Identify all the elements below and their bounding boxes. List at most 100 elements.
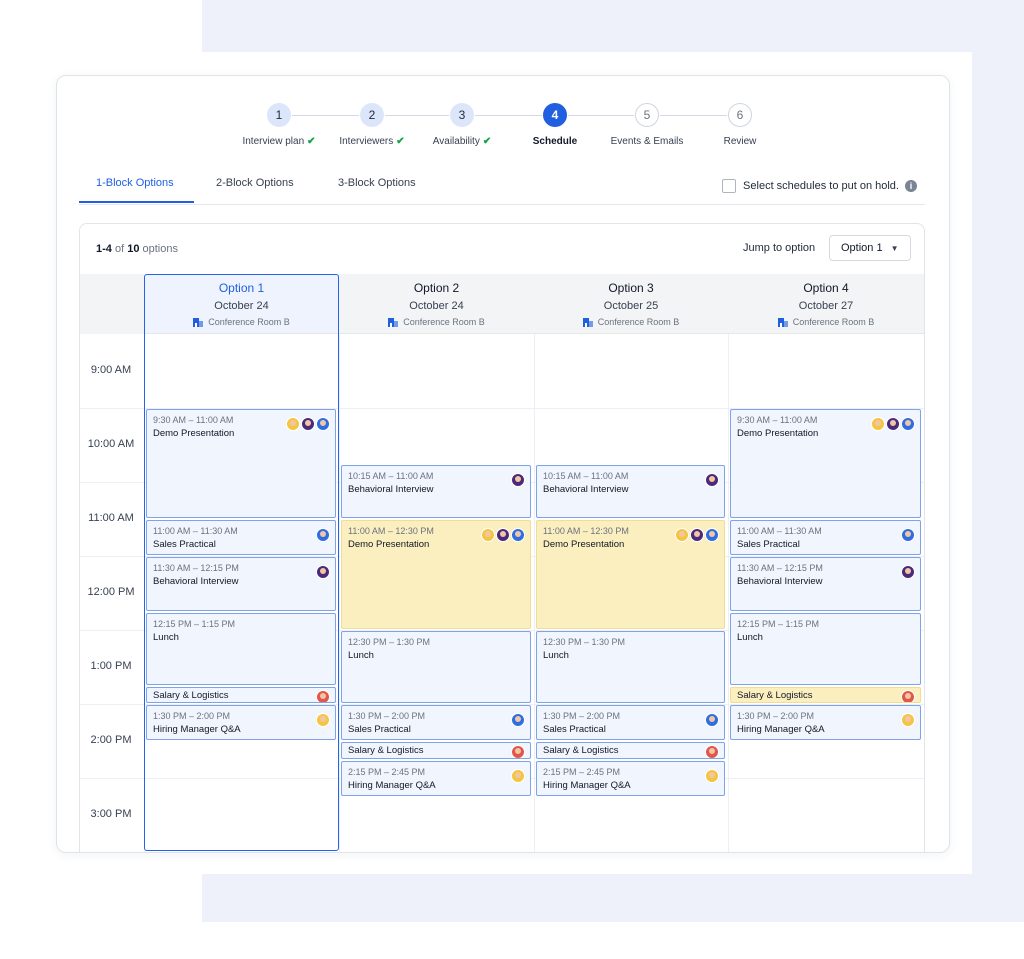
hold-checkbox-row[interactable]: Select schedules to put on hold. i xyxy=(722,179,917,193)
options-count: 1-4 of 10 options xyxy=(96,243,178,255)
event-title: Salary & Logistics xyxy=(543,745,619,756)
schedule-event[interactable]: 10:15 AM – 11:00 AM Behavioral Interview xyxy=(536,464,725,518)
time-label: 2:00 PM xyxy=(90,734,132,746)
step-label-text: Interviewers xyxy=(339,136,394,147)
count-total: 10 xyxy=(127,243,140,255)
schedule-event[interactable]: 11:00 AM – 11:30 AM Sales Practical xyxy=(730,520,921,555)
jump-to-option-select[interactable]: Option 1 ▼ xyxy=(829,235,911,261)
option-title: Option 3 xyxy=(608,281,654,295)
hold-label: Select schedules to put on hold. xyxy=(743,180,899,192)
schedule-event[interactable]: 11:00 AM – 12:30 PM Demo Presentation xyxy=(341,520,531,629)
hold-checkbox[interactable] xyxy=(722,179,737,193)
time-label: 10:00 AM xyxy=(87,438,135,450)
avatar xyxy=(705,472,719,487)
room-icon xyxy=(388,317,399,327)
schedule-event[interactable]: 1:30 PM – 2:00 PM Sales Practical xyxy=(536,705,725,740)
schedule-event[interactable]: 12:30 PM – 1:30 PM Lunch xyxy=(536,631,725,703)
event-title: Sales Practical xyxy=(543,724,606,735)
attendee-avatars xyxy=(510,745,525,758)
option-room: Conference Room B xyxy=(339,317,534,327)
option-2-header[interactable]: Option 2 October 24 Conference Room B xyxy=(339,274,534,334)
tab-1-block-options[interactable]: 1-Block Options xyxy=(96,177,174,189)
schedule-event[interactable]: Salary & Logistics xyxy=(341,742,531,759)
event-time: 1:30 PM – 2:00 PM xyxy=(543,711,621,721)
attendee-avatars xyxy=(315,689,330,703)
schedule-event[interactable]: 12:15 PM – 1:15 PM Lunch xyxy=(146,612,336,685)
event-title: Lunch xyxy=(348,650,374,661)
schedule-event[interactable]: 2:15 PM – 2:45 PM Hiring Manager Q&A xyxy=(536,760,725,796)
avatar xyxy=(886,417,900,431)
schedule-event[interactable]: 2:15 PM – 2:45 PM Hiring Manager Q&A xyxy=(341,760,531,796)
hour-divider xyxy=(80,852,924,853)
schedule-event[interactable]: 10:15 AM – 11:00 AM Behavioral Interview xyxy=(341,464,531,518)
room-name: Conference Room B xyxy=(597,317,680,327)
jump-to-option-label: Jump to option xyxy=(743,242,816,254)
event-time: 11:00 AM – 11:30 AM xyxy=(153,526,238,536)
step-label-text: Interview plan xyxy=(242,136,305,147)
schedule-event[interactable]: 1:30 PM – 2:00 PM Hiring Manager Q&A xyxy=(730,705,921,740)
jump-select-value: Option 1 xyxy=(841,242,883,254)
avatar xyxy=(871,417,885,431)
attendee-avatars xyxy=(674,528,719,542)
tab-3-block-options[interactable]: 3-Block Options xyxy=(338,177,416,189)
event-time: 12:15 PM – 1:15 PM xyxy=(153,618,236,629)
option-title: Option 2 xyxy=(413,281,460,295)
attendee-avatars xyxy=(900,689,915,703)
schedule-event[interactable]: 11:30 AM – 12:15 PM Behavioral Interview xyxy=(146,557,336,611)
schedule-event[interactable]: 12:15 PM – 1:15 PM Lunch xyxy=(730,612,921,685)
avatar xyxy=(901,417,915,431)
attendee-avatars xyxy=(900,713,915,727)
schedule-event[interactable]: 1:30 PM – 2:00 PM Hiring Manager Q&A xyxy=(146,705,336,740)
schedule-event[interactable]: Salary & Logistics xyxy=(536,742,725,759)
event-title: Hiring Manager Q&A xyxy=(737,724,825,735)
option-4-header[interactable]: Option 4 October 27 Conference Room B xyxy=(728,274,924,334)
event-title: Lunch xyxy=(543,650,569,661)
step-number: 3 xyxy=(450,103,474,127)
scheduler-card: 1 Interview plan ✔ 2 Interviewers ✔ 3 Availabil… xyxy=(56,75,950,853)
schedule-event[interactable]: 9:30 AM – 11:00 AM Demo Presentation xyxy=(146,409,336,518)
avatar xyxy=(901,713,915,727)
option-date: October 27 xyxy=(798,300,854,312)
event-time: 10:15 AM – 11:00 AM xyxy=(543,470,629,481)
avatar xyxy=(316,713,330,727)
avatar xyxy=(511,713,525,727)
attendee-avatars xyxy=(704,745,719,758)
event-title: Behavioral Interview xyxy=(153,576,239,587)
stepper: 1 Interview plan ✔ 2 Interviewers ✔ 3 Availabil… xyxy=(57,103,949,153)
schedule-event[interactable]: Salary & Logistics xyxy=(730,686,921,703)
event-time: 11:00 AM – 11:30 AM xyxy=(737,526,822,536)
avatar xyxy=(316,417,330,431)
avatar xyxy=(705,713,719,727)
schedule-event[interactable]: 11:00 AM – 12:30 PM Demo Presentation xyxy=(536,520,725,629)
event-title: Behavioral Interview xyxy=(737,576,823,587)
event-title: Sales Practical xyxy=(348,724,411,735)
schedule-event[interactable]: 11:00 AM – 11:30 AM Sales Practical xyxy=(146,520,336,555)
event-title: Behavioral Interview xyxy=(543,483,629,495)
avatar xyxy=(901,528,915,542)
attendee-avatars xyxy=(510,713,525,727)
option-3-header[interactable]: Option 3 October 25 Conference Room B xyxy=(534,274,728,334)
tab-2-block-options[interactable]: 2-Block Options xyxy=(216,177,294,189)
check-icon: ✔ xyxy=(307,136,316,147)
info-icon[interactable]: i xyxy=(905,180,917,192)
attendee-avatars xyxy=(510,472,525,487)
schedule-event[interactable]: 1:30 PM – 2:00 PM Sales Practical xyxy=(341,705,531,740)
attendee-avatars xyxy=(315,528,330,542)
step-6[interactable]: 6 Review xyxy=(685,103,795,147)
avatar xyxy=(496,528,510,542)
schedule-event[interactable]: 12:30 PM – 1:30 PM Lunch xyxy=(341,631,531,703)
avatar xyxy=(901,565,915,579)
event-title: Salary & Logistics xyxy=(153,689,229,701)
option-1-header[interactable]: Option 1 October 24 Conference Room B xyxy=(144,274,339,334)
event-time: 1:30 PM – 2:00 PM xyxy=(348,711,426,721)
schedule-event[interactable]: 11:30 AM – 12:15 PM Behavioral Interview xyxy=(730,557,921,611)
schedule-event[interactable]: Salary & Logistics xyxy=(146,686,336,703)
attendee-avatars xyxy=(510,768,525,783)
schedule-event[interactable]: 9:30 AM – 11:00 AM Demo Presentation xyxy=(730,409,921,518)
event-title: Lunch xyxy=(153,631,179,643)
avatar xyxy=(511,528,525,542)
event-title: Lunch xyxy=(737,631,763,643)
avatar xyxy=(316,689,330,703)
column-divider xyxy=(144,274,145,852)
attendee-avatars xyxy=(315,713,330,727)
